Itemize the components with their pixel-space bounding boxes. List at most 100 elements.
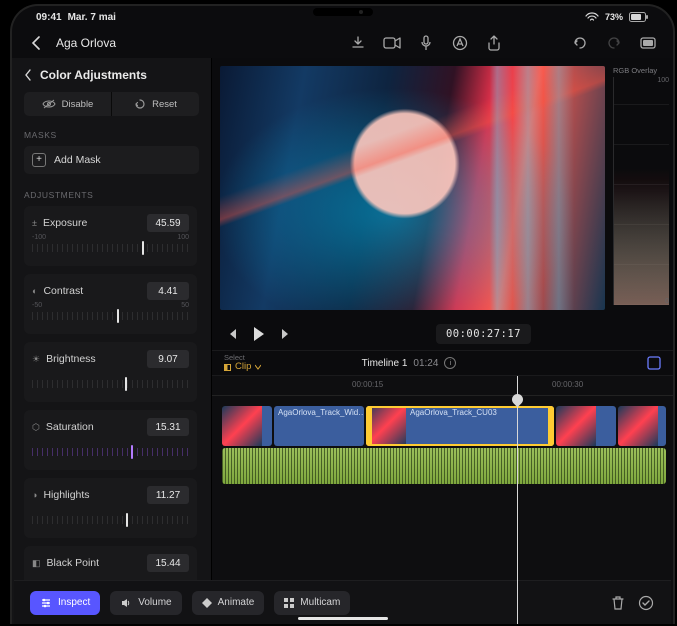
inspector-title: Color Adjustments [40,68,147,82]
animate-label: Animate [218,597,255,608]
masks-section-label: MASKS [24,130,199,140]
clip-mode-button[interactable]: Clip [224,362,261,372]
timeline-ruler[interactable]: 00:00:15 00:00:30 [212,376,673,396]
project-title: Aga Orlova [56,36,116,50]
ruler-mark-1: 00:00:15 [352,380,383,389]
clip-mode-label: Clip [235,362,251,372]
home-indicator[interactable] [298,617,388,620]
adjustment-value-field[interactable]: 15.44 [147,554,189,572]
status-time: 09:41 Mar. 7 mai [36,12,116,23]
adjustment-name: Saturation [46,421,94,433]
text-icon[interactable] [451,34,469,52]
adjustment-name: Brightness [46,353,96,365]
adjustments-section-label: ADJUSTMENTS [24,190,199,200]
timecode-display[interactable]: 00:00:27:17 [436,324,531,344]
timeline-clip[interactable]: AgaOrlova_Track_CU03 [366,406,554,446]
reset-icon [134,98,146,110]
adj-icon: ◧ [32,558,41,569]
keyframe-icon [202,598,212,608]
scope-tick-bottom: 0 [665,298,669,305]
prev-frame-button[interactable] [226,328,238,340]
inspect-label: Inspect [58,597,90,608]
add-mask-label: Add Mask [54,154,101,166]
video-track[interactable]: AgaOrlova_Track_Wid… AgaOrlova_Track_CU03 [212,406,673,446]
clip-swatch-icon [224,364,231,371]
timeline-clip[interactable] [618,406,666,446]
next-frame-button[interactable] [280,328,292,340]
adjustment-slider[interactable] [32,374,189,396]
clip-thumbnail [618,406,658,446]
adjustment-exposure: ± Exposure 45.59 -100100 [24,206,197,266]
scopes-title: RGB Overlay [613,66,669,75]
back-button[interactable] [28,34,44,52]
import-icon[interactable] [349,34,367,52]
info-icon[interactable]: i [444,357,456,369]
status-time-text: 09:41 [36,12,62,23]
adjustment-highlights: ◑ Highlights 11.27 [24,478,197,538]
timeline-name: Timeline 1 [362,358,408,369]
clip-label: AgaOrlova_Track_CU03 [410,408,497,417]
timeline-clip[interactable] [556,406,616,446]
eye-off-icon [42,99,56,109]
adjustment-slider[interactable]: -100100 [32,238,189,260]
adjustment-slider[interactable]: -5050 [32,306,189,328]
adjustment-saturation: ⬡ Saturation 15.31 [24,410,197,470]
status-date-text: Mar. 7 mai [68,12,116,23]
adjustment-name: Exposure [43,217,87,229]
undo-icon[interactable] [571,34,589,52]
camera-icon[interactable] [383,34,401,52]
adjustment-brightness: ☀ Brightness 9.07 [24,342,197,402]
share-icon[interactable] [485,34,503,52]
adjustment-slider[interactable] [32,510,189,532]
adjustment-value-field[interactable]: 4.41 [147,282,189,300]
adjustment-value-field[interactable]: 11.27 [147,486,189,504]
adjustment-name: Black Point [47,557,100,569]
timeline-clip[interactable] [222,406,272,446]
audio-track[interactable] [212,448,673,484]
adj-icon: ◑ [32,490,37,500]
audio-clip[interactable] [222,448,666,484]
multicam-label: Multicam [300,597,340,608]
trash-icon[interactable] [609,594,627,612]
grid-icon [284,598,294,608]
adj-icon: ⬡ [32,422,40,433]
ruler-mark-2: 00:00:30 [552,380,583,389]
redo-icon[interactable] [605,34,623,52]
inspector-back-button[interactable] [24,69,32,81]
status-indicators: 73% [585,12,649,22]
adjustment-name: Contrast [43,285,83,297]
adjustment-name: Highlights [43,489,89,501]
clip-label: AgaOrlova_Track_Wid… [278,408,364,417]
multicam-button[interactable]: Multicam [274,591,350,615]
fullscreen-icon[interactable] [639,34,657,52]
adj-icon: ☀ [32,354,40,365]
adjustment-slider[interactable] [32,442,189,464]
reset-button[interactable]: Reset [112,92,199,116]
adjustment-value-field[interactable]: 9.07 [147,350,189,368]
add-mask-button[interactable]: + Add Mask [24,146,199,174]
confirm-icon[interactable] [637,594,655,612]
voiceover-icon[interactable] [417,34,435,52]
clip-thumbnail [556,406,596,446]
adj-icon: ± [32,218,37,228]
plus-icon: + [32,153,46,167]
clip-thumbnail [366,406,406,446]
timeline-clip[interactable]: AgaOrlova_Track_Wid… [274,406,364,446]
tools-icon[interactable] [647,356,661,370]
volume-label: Volume [138,597,171,608]
inspect-button[interactable]: Inspect [30,591,100,615]
clip-thumbnail [222,406,262,446]
viewer-preview[interactable] [220,66,605,310]
play-button[interactable] [254,327,264,341]
adjustment-value-field[interactable]: 45.59 [147,214,189,232]
disable-button[interactable]: Disable [24,92,112,116]
playhead[interactable] [517,376,518,624]
reset-label: Reset [152,99,177,110]
disable-label: Disable [62,99,94,110]
adjustment-value-field[interactable]: 15.31 [147,418,189,436]
scopes-graph[interactable]: 100 0 [613,77,669,305]
volume-button[interactable]: Volume [110,591,181,615]
animate-button[interactable]: Animate [192,591,265,615]
sliders-icon [40,597,52,609]
play-icon [254,327,264,341]
